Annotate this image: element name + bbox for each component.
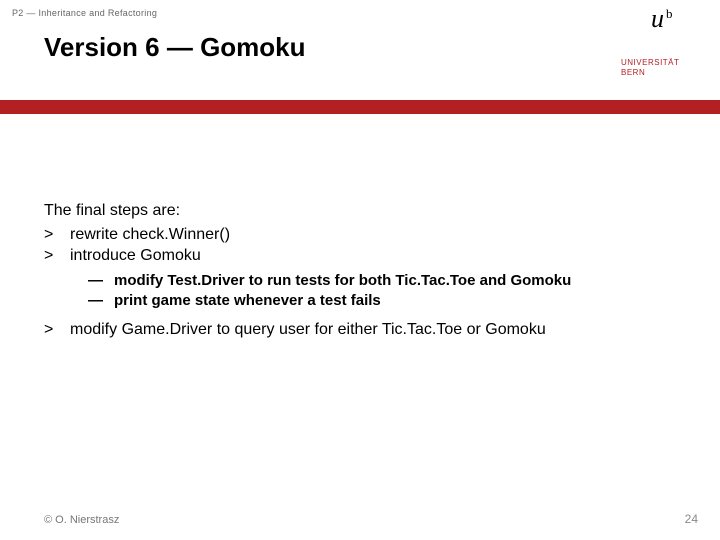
logo-text: UNIVERSITÄT BERN — [621, 58, 679, 77]
content-body: The final steps are: > rewrite check.Win… — [44, 200, 676, 341]
logo-text-line1: UNIVERSITÄT — [621, 58, 679, 68]
logo-b-glyph: b — [666, 7, 673, 32]
sub-list-item-text: modify Test.Driver to run tests for both… — [114, 271, 571, 291]
list-item: > rewrite check.Winner() — [44, 224, 676, 246]
slide: P2 — Inheritance and Refactoring Version… — [0, 0, 720, 540]
list-item: > modify Game.Driver to query user for e… — [44, 319, 676, 341]
dash-marker: — — [88, 271, 114, 291]
bullet-marker: > — [44, 319, 70, 341]
bullet-marker: > — [44, 224, 70, 246]
logo-u-glyph: u — [651, 6, 664, 32]
university-logo: u b UNIVERSITÄT BERN — [615, 0, 720, 100]
list-item-text: modify Game.Driver to query user for eit… — [70, 319, 546, 341]
page-number: 24 — [685, 512, 698, 526]
list-item-text: introduce Gomoku — [70, 245, 201, 267]
list-item: > introduce Gomoku — [44, 245, 676, 267]
sub-list-item: — modify Test.Driver to run tests for bo… — [88, 271, 676, 291]
list-item-text: rewrite check.Winner() — [70, 224, 230, 246]
sub-list-item-text: print game state whenever a test fails — [114, 291, 381, 311]
title-band: Version 6 — Gomoku — [0, 18, 720, 77]
bullet-marker: > — [44, 245, 70, 267]
accent-bar — [0, 100, 720, 114]
breadcrumb: P2 — Inheritance and Refactoring — [12, 8, 157, 18]
footer-copyright: © O. Nierstrasz — [44, 514, 119, 526]
sub-list-item: — print game state whenever a test fails — [88, 291, 676, 311]
lead-text: The final steps are: — [44, 200, 676, 222]
logo-text-line2: BERN — [621, 68, 679, 78]
dash-marker: — — [88, 291, 114, 311]
logo-monogram: u b — [651, 6, 673, 32]
